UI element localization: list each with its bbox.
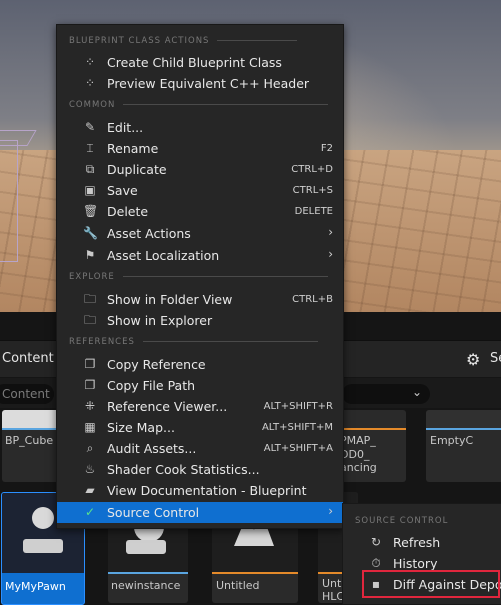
highlight-outline <box>362 570 500 598</box>
menu-item-preview-cpp-header[interactable]: ⁘ Preview Equivalent C++ Header <box>57 73 343 94</box>
menu-item-refresh[interactable]: ↻ Refresh <box>343 532 501 553</box>
duplicate-icon: ⧉ <box>85 162 95 176</box>
shortcut-label: CTRL+S <box>292 185 333 196</box>
history-icon: ⏱ <box>371 556 381 570</box>
book-icon: ▰ <box>85 483 95 497</box>
asset-label: PMAP_ <box>340 434 376 447</box>
save-icon: ▣ <box>84 183 96 197</box>
shortcut-label: F2 <box>320 143 333 154</box>
wireframe-cube[interactable] <box>0 140 18 262</box>
asset-label: DD0_ <box>340 448 370 461</box>
menu-item-asset-localization[interactable]: ⚑ Asset Localization › <box>57 245 343 266</box>
shortcut-label: CTRL+B <box>292 294 333 305</box>
asset-label: HLC <box>322 590 345 603</box>
section-header-explore: EXPLORE <box>69 272 328 282</box>
asset-label: ancing <box>340 461 377 474</box>
menu-item-show-in-explorer[interactable]: 🗀 Show in Explorer <box>57 310 343 331</box>
size-map-icon: ▦ <box>84 420 96 434</box>
shortcut-label: ALT+SHIFT+A <box>263 443 333 454</box>
chevron-right-icon: › <box>328 504 333 518</box>
folder-search-icon: 🗀 <box>83 313 96 327</box>
menu-item-duplicate[interactable]: ⧉ Duplicate CTRL+D <box>57 159 343 180</box>
menu-item-audit-assets[interactable]: ⌕ Audit Assets... ALT+SHIFT+A <box>57 438 343 459</box>
asset-tile-emptyc[interactable]: EmptyC <box>426 410 501 482</box>
shortcut-label: CTRL+D <box>291 164 333 175</box>
menu-item-source-control[interactable]: ✓ Source Control › <box>57 502 343 523</box>
menu-item-view-documentation[interactable]: ▰ View Documentation - Blueprint <box>57 480 343 501</box>
rename-icon: ⌶ <box>86 141 94 155</box>
shortcut-label: ALT+SHIFT+R <box>263 401 333 412</box>
refresh-icon: ↻ <box>370 535 382 549</box>
source-control-icon: ✓ <box>84 505 96 519</box>
audit-icon: ⌕ <box>86 441 94 455</box>
menu-item-copy-file-path[interactable]: ❐ Copy File Path <box>57 375 343 396</box>
menu-item-asset-actions[interactable]: 🔧 Asset Actions › <box>57 223 343 244</box>
asset-tile-map[interactable]: PMAP_ DD0_ ancing <box>336 410 406 482</box>
search-input[interactable]: Content <box>0 384 54 404</box>
chevron-down-icon: ⌄ <box>411 385 422 399</box>
menu-item-save[interactable]: ▣ Save CTRL+S <box>57 180 343 201</box>
content-browser-title: Content <box>2 351 54 366</box>
pawn-icon <box>32 507 54 529</box>
reference-viewer-icon: ⁜ <box>84 399 96 413</box>
menu-item-delete[interactable]: 🗑 Delete DELETE <box>57 201 343 222</box>
asset-label: Untitled <box>216 579 260 592</box>
gear-icon[interactable]: ⚙ <box>466 350 480 369</box>
chevron-right-icon: › <box>328 247 333 261</box>
menu-item-edit[interactable]: ✎ Edit... <box>57 117 343 138</box>
cpp-header-icon: ⁘ <box>84 76 96 90</box>
asset-label: Unt <box>322 577 342 590</box>
asset-label: newinstance <box>111 579 181 592</box>
pencil-icon: ✎ <box>84 120 96 134</box>
menu-item-copy-reference[interactable]: ❐ Copy Reference <box>57 354 343 375</box>
search-placeholder: Content <box>2 387 50 401</box>
wrench-icon: 🔧 <box>83 226 98 240</box>
settings-label[interactable]: Se <box>490 351 501 366</box>
asset-label: EmptyC <box>430 434 474 447</box>
menu-item-show-in-folder-view[interactable]: 🗀 Show in Folder View CTRL+B <box>57 289 343 310</box>
blueprint-icon: ⁘ <box>84 55 96 69</box>
trash-icon: 🗑 <box>83 204 99 218</box>
menu-item-create-child-blueprint[interactable]: ⁘ Create Child Blueprint Class <box>57 52 343 73</box>
folder-search-icon: 🗀 <box>83 292 96 306</box>
asset-context-menu: BLUEPRINT CLASS ACTIONS ⁘ Create Child B… <box>56 24 344 529</box>
section-header-references: REFERENCES <box>69 337 318 347</box>
copy-icon: ❐ <box>84 378 96 392</box>
copy-icon: ❐ <box>84 357 96 371</box>
section-header-blueprint: BLUEPRINT CLASS ACTIONS <box>69 36 298 46</box>
menu-item-shader-cook-statistics[interactable]: ♨ Shader Cook Statistics... <box>57 459 343 480</box>
menu-item-size-map[interactable]: ▦ Size Map... ALT+SHIFT+M <box>57 417 343 438</box>
section-header-source-control: SOURCE CONTROL <box>355 516 449 526</box>
menu-item-reference-viewer[interactable]: ⁜ Reference Viewer... ALT+SHIFT+R <box>57 396 343 417</box>
chevron-right-icon: › <box>328 225 333 239</box>
menu-item-rename[interactable]: ⌶ Rename F2 <box>57 138 343 159</box>
asset-label: MyMyPawn <box>5 580 66 593</box>
shortcut-label: ALT+SHIFT+M <box>261 422 333 433</box>
flag-icon: ⚑ <box>84 248 96 262</box>
section-header-common: COMMON <box>69 100 329 110</box>
shortcut-label: DELETE <box>294 206 333 217</box>
asset-label: BP_Cube <box>5 434 54 447</box>
shader-icon: ♨ <box>84 462 96 476</box>
path-dropdown[interactable]: ⌄ <box>342 384 430 404</box>
